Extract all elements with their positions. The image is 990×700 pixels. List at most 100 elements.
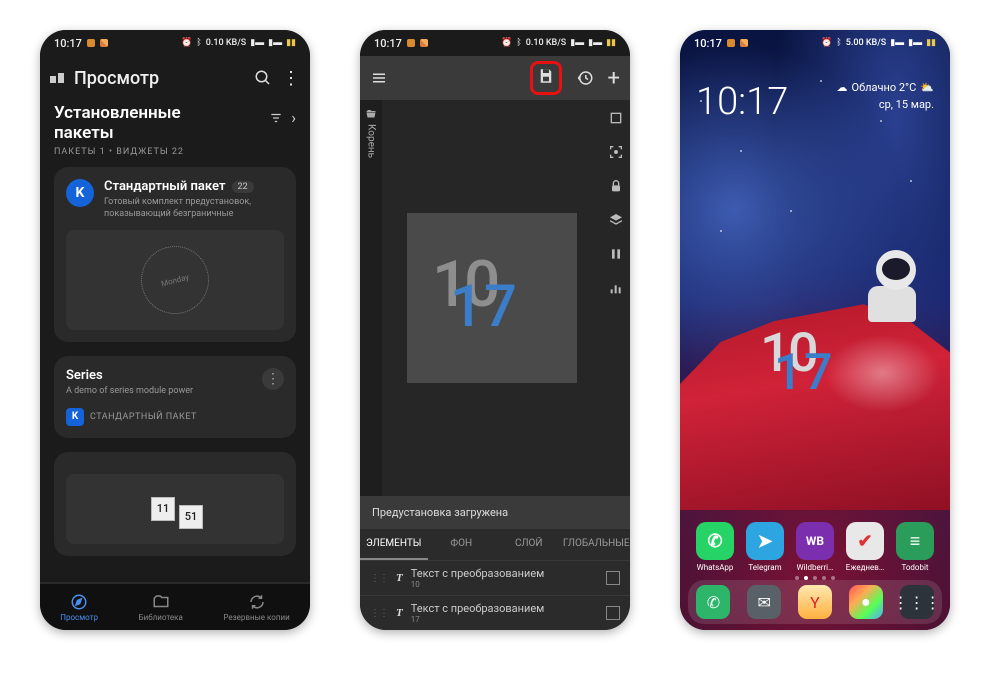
drag-handle-icon[interactable]: ⋮⋮ [370, 608, 388, 619]
element-row[interactable]: ⋮⋮ T Текст с преобразованием 10 [360, 560, 630, 595]
dock-app-2[interactable]: Y [798, 585, 832, 619]
text-element-icon: T [396, 607, 403, 619]
tab-elements[interactable]: ЭЛЕМЕНТЫ [360, 529, 428, 560]
tab-view[interactable]: Просмотр [60, 593, 98, 622]
net-speed: 0.10 KB/S [206, 38, 246, 48]
bluetooth-icon: ᛒ [836, 39, 841, 48]
content-scroll[interactable]: Установленные пакеты ПАКЕТЫ 1 • ВИДЖЕТЫ … [40, 100, 310, 582]
card-standard-pack[interactable]: K Стандартный пакет 22 Готовый комплект … [54, 167, 296, 342]
app-telegram[interactable]: ➤ Telegram [742, 522, 788, 572]
element-checkbox[interactable] [606, 606, 620, 620]
card-series[interactable]: Series A demo of series module power ⋮ K… [54, 356, 296, 437]
save-button-highlight [530, 61, 562, 95]
save-icon[interactable] [537, 67, 555, 85]
pack-k-icon: K [66, 179, 94, 207]
add-icon[interactable]: + [608, 66, 620, 91]
alarm-icon: ⏰ [181, 39, 192, 48]
weather-widget[interactable]: ☁ Облачно 2°C ⛅ ср, 15 мар. [837, 80, 934, 124]
dock-app-0[interactable]: ✆ [696, 585, 730, 619]
section-subtitle: ПАКЕТЫ 1 • ВИДЖЕТЫ 22 [54, 147, 234, 157]
drag-handle-icon[interactable]: ⋮⋮ [370, 573, 388, 584]
app-todobit[interactable]: ≡Todobit [892, 522, 938, 572]
stop-icon[interactable] [608, 110, 624, 126]
app-icon: ➤ [746, 522, 784, 560]
status-app-icon [87, 39, 95, 47]
element-label: Текст с преобразованием [411, 602, 545, 615]
app-logo [50, 73, 64, 83]
tab-background[interactable]: ФОН [428, 529, 496, 560]
bluetooth-icon: ᛒ [196, 39, 201, 48]
text-element-icon: T [396, 572, 403, 584]
status-time: 10:17 [694, 37, 722, 50]
alarm-icon: ⏰ [821, 39, 832, 48]
signal-icon: ▮▬ [250, 39, 264, 48]
sort-icon[interactable] [269, 111, 283, 125]
card-more-icon[interactable]: ⋮ [262, 368, 284, 390]
bottom-nav: Просмотр Библиотека Резервные копии [40, 582, 310, 630]
app-grid: ✆ WhatsApp ➤ Telegram WBWildberri…✔Ежеднев…≡… [680, 522, 950, 572]
net-speed: 5.00 KB/S [846, 38, 886, 48]
bluetooth-icon: ᛒ [516, 39, 521, 48]
preview-clock-graphic: Monday [133, 239, 216, 322]
status-bar: 10:17 ⏰ ᛒ 0.10 KB/S ▮▬ ▮▬ ▮▮ [40, 30, 310, 56]
pack-k-icon: K [66, 408, 84, 426]
kwgt-widget[interactable]: 10 17 [760, 328, 870, 406]
root-sidebar[interactable]: Корень [360, 100, 382, 496]
element-row[interactable]: ⋮⋮ T Текст с преобразованием 17 [360, 595, 630, 630]
app-wildberri[interactable]: WBWildberri… [792, 522, 838, 572]
element-checkbox[interactable] [606, 571, 620, 585]
page-title: Просмотр [74, 68, 244, 89]
dock-app-3[interactable]: ● [849, 585, 883, 619]
app-label: Ежеднев… [846, 563, 884, 572]
tab-label: Библиотека [139, 613, 183, 622]
signal-icon: ▮▬ [890, 39, 904, 48]
homescreen-clock[interactable]: 10:17 [696, 80, 788, 124]
tool-column [602, 100, 630, 496]
app-whatsapp[interactable]: ✆ WhatsApp [692, 522, 738, 572]
status-app-icon [727, 39, 735, 47]
sync-icon [248, 593, 266, 611]
status-bar: 10:17 ⏰ ᛒ 0.10 KB/S ▮▬ ▮▬ ▮▮ [360, 30, 630, 56]
canvas-area[interactable]: 10 17 [382, 100, 602, 496]
battery-icon: ▮▮ [286, 39, 296, 48]
homescreen-header: 10:17 ☁ Облачно 2°C ⛅ ср, 15 мар. [680, 56, 950, 124]
card-title: Стандартный пакет [104, 179, 226, 194]
dock: ✆ ✉ Y ● ⋮⋮⋮ [688, 580, 942, 624]
lock-icon[interactable] [608, 178, 624, 194]
tab-layer[interactable]: СЛОЙ [495, 529, 563, 560]
card-preview-numbers[interactable]: 11 51 [54, 452, 296, 556]
focus-icon[interactable] [608, 144, 624, 160]
stats-icon[interactable] [608, 280, 624, 296]
app-label: WhatsApp [697, 563, 734, 572]
folder-icon [152, 593, 170, 611]
history-icon[interactable] [576, 69, 594, 87]
card-pack-tag: СТАНДАРТНЫЙ ПАКЕТ [90, 412, 197, 422]
tab-global[interactable]: ГЛОБАЛЬНЫЕ [563, 529, 631, 560]
tab-backups[interactable]: Резервные копии [223, 593, 289, 622]
app-label: Wildberri… [797, 563, 834, 572]
menu-icon[interactable] [370, 69, 388, 87]
app-label: Telegram [748, 563, 781, 572]
app-[interactable]: ✔Ежеднев… [842, 522, 888, 572]
layers-icon[interactable] [608, 212, 624, 228]
search-icon[interactable] [254, 69, 272, 87]
tab-library[interactable]: Библиотека [139, 593, 183, 622]
editor-tabs: ЭЛЕМЕНТЫ ФОН СЛОЙ ГЛОБАЛЬНЫЕ [360, 529, 630, 560]
signal-icon-2: ▮▬ [588, 39, 602, 48]
status-app-icon-2 [420, 39, 428, 47]
pause-icon[interactable] [608, 246, 624, 262]
editor-app-bar: + [360, 56, 630, 100]
weather-date: ср, 15 мар. [837, 97, 934, 114]
chevron-right-icon[interactable]: › [291, 108, 296, 127]
overflow-menu-icon[interactable]: ⋮ [282, 74, 300, 83]
app-icon: ✆ [696, 522, 734, 560]
status-app-icon-2 [100, 39, 108, 47]
widget-canvas[interactable]: 10 17 [407, 213, 577, 383]
dock-app-1[interactable]: ✉ [747, 585, 781, 619]
element-label: Текст с преобразованием [411, 567, 545, 580]
element-sublabel: 10 [411, 580, 598, 589]
widget-time-preview: 10 17 [432, 253, 552, 343]
alarm-icon: ⏰ [501, 39, 512, 48]
dock-app-4[interactable]: ⋮⋮⋮ [900, 585, 934, 619]
signal-icon: ▮▬ [570, 39, 584, 48]
